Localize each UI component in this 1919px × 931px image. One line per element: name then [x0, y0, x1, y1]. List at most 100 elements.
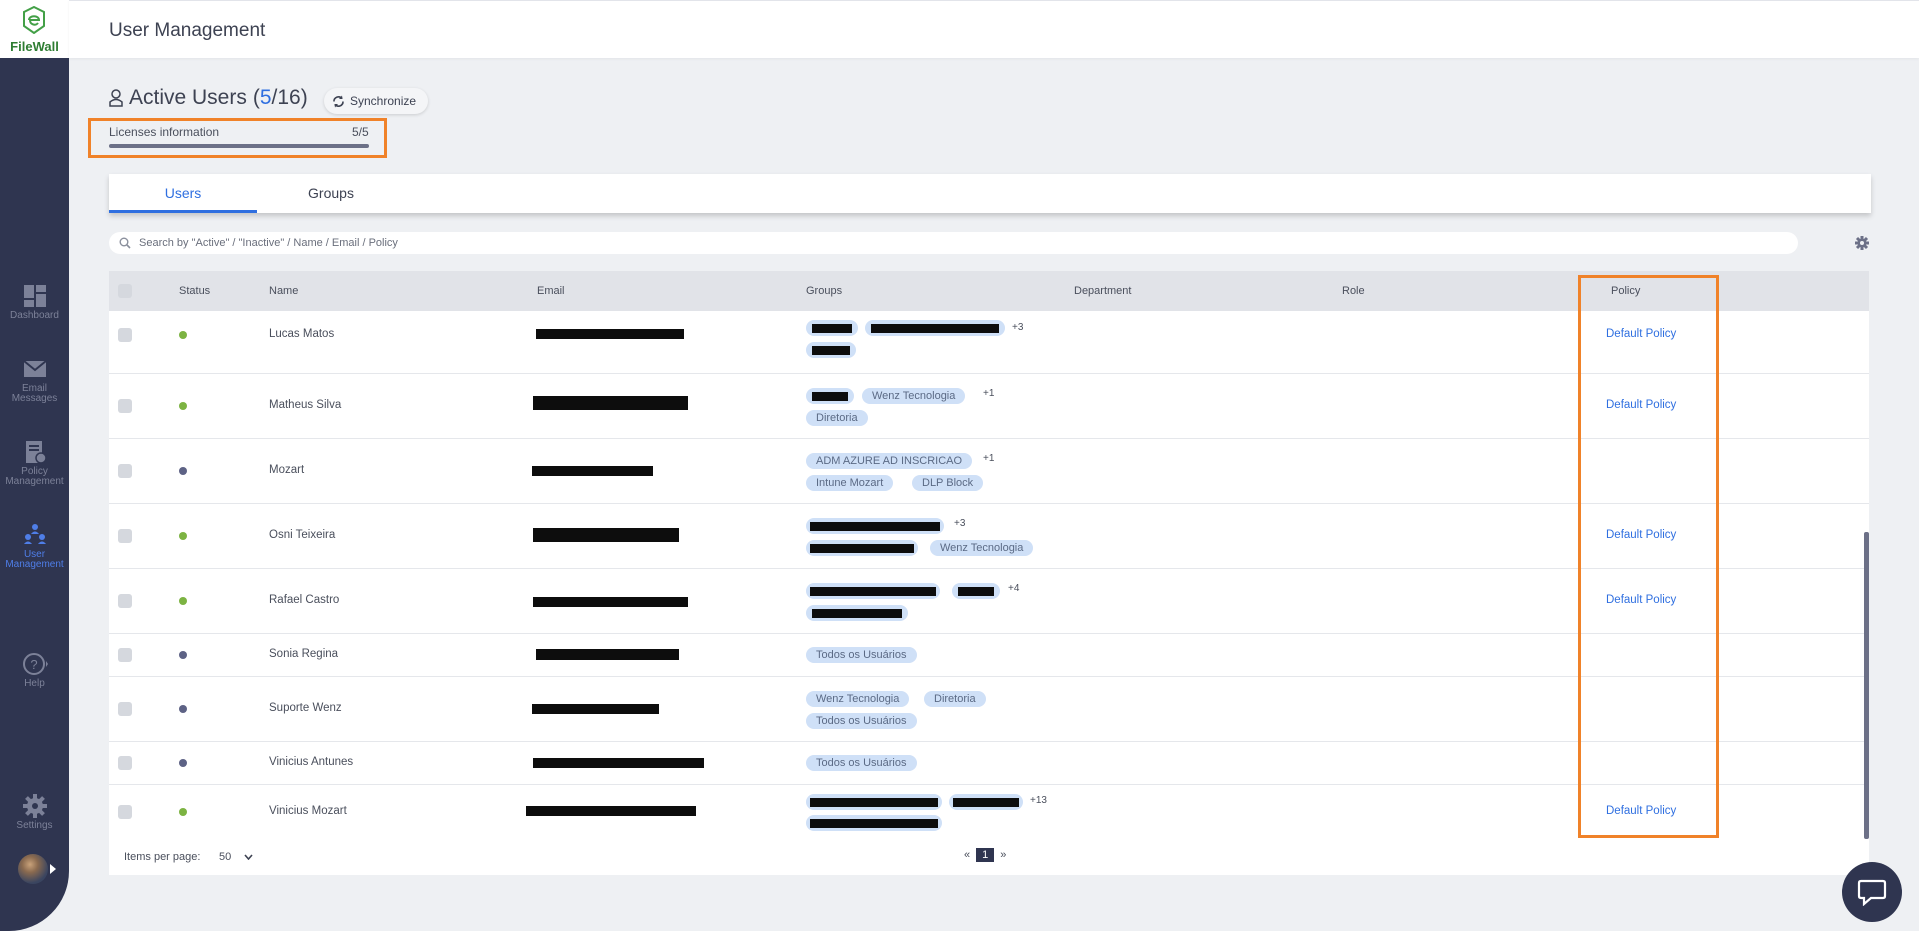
user-name[interactable]: Mozart — [269, 464, 304, 476]
table-footer: Items per page: 50 « 1 » — [109, 839, 1869, 875]
user-name[interactable]: Rafael Castro — [269, 594, 339, 606]
page-title: User Management — [109, 20, 266, 41]
status-active-dot — [179, 331, 187, 339]
filewall-logo-icon — [23, 6, 45, 34]
sidebar-item-user-management[interactable]: User Management — [0, 522, 69, 570]
row-checkbox[interactable] — [118, 399, 132, 413]
group-chip: Todos os Usuários — [806, 713, 917, 729]
row-checkbox[interactable] — [118, 702, 132, 716]
status-active-dot — [179, 597, 187, 605]
redacted-email — [526, 806, 696, 816]
sidebar-item-label: Help — [24, 678, 45, 689]
synchronize-button[interactable]: Synchronize — [324, 88, 429, 114]
group-chip — [806, 342, 856, 358]
user-name[interactable]: Osni Teixeira — [269, 529, 335, 541]
logo-text: FileWall — [10, 39, 59, 54]
redacted-email — [532, 704, 659, 714]
sidebar-item-label: Email Messages — [11, 383, 58, 404]
policy-icon — [25, 441, 47, 464]
group-chip: DLP Block — [912, 475, 984, 491]
user-name[interactable]: Vinicius Antunes — [269, 756, 353, 768]
email-icon — [22, 360, 47, 377]
redacted-email — [536, 329, 684, 339]
table-scrollbar[interactable] — [1864, 532, 1869, 839]
user-name[interactable]: Matheus Silva — [269, 399, 341, 411]
status-inactive-dot — [179, 705, 187, 713]
chat-button[interactable] — [1842, 862, 1902, 922]
group-chip: Todos os Usuários — [806, 647, 917, 663]
row-checkbox[interactable] — [118, 648, 132, 662]
redacted-email — [536, 649, 679, 660]
column-header-groups[interactable]: Groups — [806, 271, 842, 311]
pagination: « 1 » — [964, 848, 1006, 862]
group-chip: Wenz Tecnologia — [806, 691, 910, 707]
more-groups-count: +1 — [983, 453, 995, 464]
group-chip — [806, 320, 858, 336]
policy-highlight-box — [1578, 275, 1719, 838]
search-input[interactable] — [139, 237, 1739, 249]
user-name[interactable]: Sonia Regina — [269, 648, 338, 660]
redacted-email — [533, 758, 704, 768]
page-1-button[interactable]: 1 — [976, 848, 995, 862]
sidebar-item-dashboard[interactable]: Dashboard — [0, 283, 69, 321]
chevron-right-icon[interactable] — [50, 864, 56, 874]
synchronize-label: Synchronize — [350, 94, 417, 108]
sidebar-item-policy-management[interactable]: Policy Management — [0, 439, 69, 487]
group-chip — [806, 815, 942, 831]
chat-icon — [1857, 879, 1887, 906]
group-chip — [952, 583, 1000, 599]
tab-groups[interactable]: Groups — [257, 174, 405, 213]
sync-icon — [333, 95, 344, 107]
search-icon — [119, 237, 131, 249]
sidebar-item-label: Dashboard — [10, 310, 59, 321]
group-chip — [806, 388, 854, 404]
user-name[interactable]: Lucas Matos — [269, 328, 334, 340]
avatar[interactable] — [18, 854, 48, 884]
search-bar[interactable] — [109, 232, 1798, 254]
chevron-down-icon — [244, 854, 253, 861]
more-groups-count: +3 — [1012, 322, 1024, 333]
group-chip — [806, 583, 940, 599]
row-checkbox[interactable] — [118, 328, 132, 342]
sidebar: FileWall Dashboard Email Messages Policy… — [0, 0, 69, 931]
more-groups-count: +4 — [1008, 583, 1020, 594]
sidebar-item-email-messages[interactable]: Email Messages — [0, 356, 69, 404]
more-groups-count: +1 — [983, 388, 995, 399]
licenses-value: 5/5 — [352, 125, 369, 139]
group-chip — [806, 605, 908, 621]
more-groups-count: +13 — [1030, 795, 1047, 806]
column-header-department[interactable]: Department — [1074, 271, 1131, 311]
licenses-label: Licenses information — [109, 125, 220, 139]
tab-users[interactable]: Users — [109, 174, 257, 213]
sidebar-item-label: Policy Management — [5, 466, 64, 487]
row-checkbox[interactable] — [118, 805, 132, 819]
redacted-email — [533, 528, 679, 542]
licenses-progress-bar — [109, 144, 369, 148]
group-chip: Diretoria — [924, 691, 986, 707]
row-checkbox[interactable] — [118, 594, 132, 608]
sidebar-item-help[interactable]: ? Help — [0, 651, 69, 689]
redacted-email — [533, 396, 688, 410]
status-active-dot — [179, 532, 187, 540]
prev-page-button[interactable]: « — [964, 849, 970, 861]
sidebar-item-settings[interactable]: Settings — [0, 793, 69, 831]
column-header-status[interactable]: Status — [179, 271, 210, 311]
column-header-role[interactable]: Role — [1342, 271, 1365, 311]
table-settings-gear-icon[interactable] — [1854, 235, 1870, 251]
column-header-name[interactable]: Name — [269, 271, 298, 311]
select-all-checkbox[interactable] — [118, 284, 132, 298]
row-checkbox[interactable] — [118, 756, 132, 770]
logo[interactable]: FileWall — [0, 0, 69, 58]
group-chip — [949, 794, 1023, 810]
row-checkbox[interactable] — [118, 464, 132, 478]
next-page-button[interactable]: » — [1000, 849, 1006, 861]
group-chip: Wenz Tecnologia — [862, 388, 966, 404]
user-name[interactable]: Vinicius Mozart — [269, 805, 347, 817]
row-checkbox[interactable] — [118, 529, 132, 543]
items-per-page-select[interactable]: 50 — [219, 851, 253, 863]
redacted-email — [532, 466, 653, 476]
user-name[interactable]: Suporte Wenz — [269, 702, 342, 714]
tabs: Users Groups — [109, 174, 1871, 213]
redacted-email — [533, 597, 688, 607]
column-header-email[interactable]: Email — [537, 271, 565, 311]
